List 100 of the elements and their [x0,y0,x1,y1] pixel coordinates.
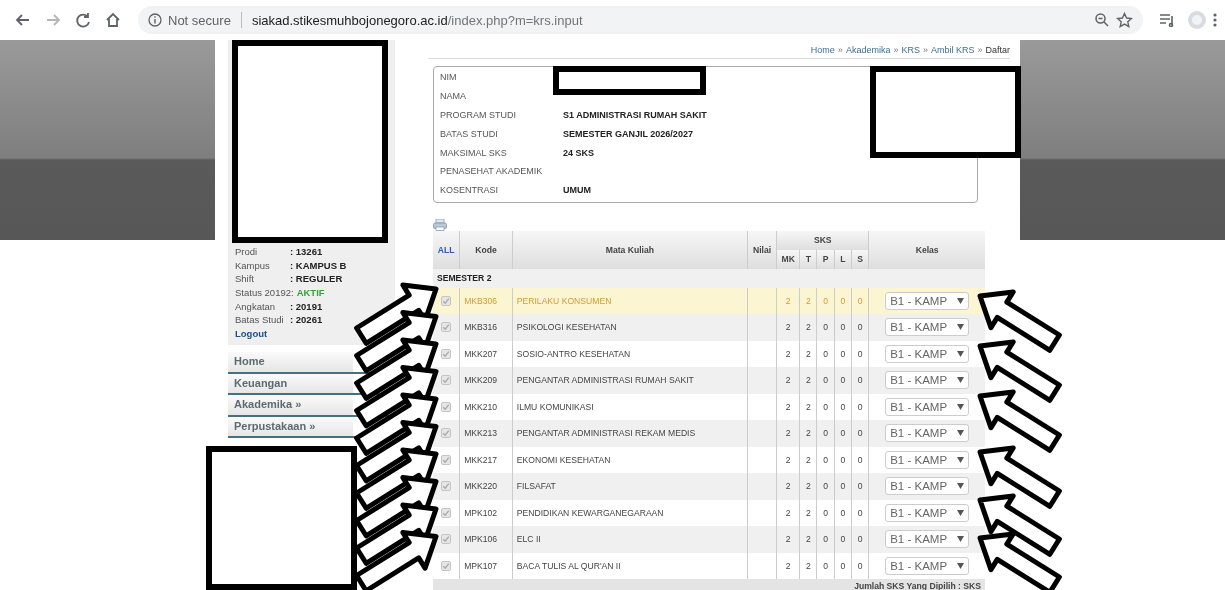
sks-value: 0 [834,314,852,341]
course-name: PENGANTAR ADMINISTRASI RUMAH SAKIT [512,367,748,394]
sks-value: 0 [817,340,835,368]
info-label: PROGRAM STUDI [440,110,517,120]
menu-icon[interactable] [1213,12,1217,28]
breadcrumb-link[interactable]: Ambil KRS [930,45,975,55]
field-value: : 20261 [290,314,323,326]
sks-value: 2 [799,420,817,447]
course-name: SOSIO-ANTRO KESEHATAN [512,340,748,368]
menu-item[interactable]: Home [228,352,353,374]
breadcrumb-separator: » [977,45,983,55]
info-label: KOSENTRASI [440,185,499,196]
caret-icon [957,483,965,490]
sks-value: 2 [799,526,817,553]
course-code: MKB316 [459,314,513,341]
home-icon[interactable] [104,11,122,29]
star-icon[interactable] [1116,11,1133,29]
course-code: MKK209 [459,367,513,394]
sks-value: 0 [851,446,869,474]
sks-value: 2 [799,499,817,527]
info-icon[interactable] [148,13,162,27]
course-name: ELC II [512,526,748,553]
sks-value: 0 [851,287,869,315]
breadcrumb-separator: » [837,45,843,55]
breadcrumb-link[interactable]: Akademika [845,45,891,55]
total-sks-text: Jumlah SKS Yang Dipilih : SKS [433,579,985,590]
status-text: Status 20192: AKTIF [235,287,325,299]
breadcrumb-link[interactable]: KRS [901,45,920,55]
field-value: : REGULER [290,273,343,285]
breadcrumb-current: Daftar [985,45,1010,55]
sks-value: 2 [799,473,817,500]
course-code: MKK210 [459,393,513,421]
course-code: MKK207 [459,340,513,368]
sks-value: 0 [851,473,869,500]
column-header: Mata Kuliah [512,230,748,269]
course-name: FILSAFAT [512,473,748,500]
sks-value: 0 [817,473,835,500]
course-name: BACA TULIS AL QUR'AN II [512,552,748,580]
course-code: MKK213 [459,420,513,447]
info-label: MAKSIMAL SKS [440,147,508,158]
menu-item[interactable]: Perpustakaan » [228,416,353,438]
sks-value: 0 [851,526,869,553]
sks-value: 0 [817,420,835,447]
breadcrumb-separator: » [922,45,928,55]
info-value: UMUM [563,185,591,196]
sks-value: 0 [834,473,852,500]
caret-icon [957,562,965,569]
field-label: Prodi [235,246,259,258]
sks-value: 2 [776,340,800,368]
sks-value: 0 [817,526,835,553]
caret-icon [957,403,965,410]
profile-icon[interactable] [1187,10,1207,30]
info-label: NAMA [440,91,467,102]
sks-value: 0 [834,287,852,315]
course-name: ILMU KOMUNIKASI [512,393,748,421]
url-text: siakad.stikesmuhbojonegoro.ac.id/index.php?m=krs.input [251,12,583,28]
caret-icon [957,297,965,304]
course-name: PERILAKU KONSUMEN [512,287,748,315]
field-label: Shift [235,273,255,285]
sks-value: 0 [817,446,835,474]
sks-value: 0 [851,367,869,394]
sks-value: 2 [776,393,800,421]
sks-value: 0 [817,314,835,341]
sks-value: 0 [817,367,835,394]
sks-value: 0 [851,552,869,580]
field-value: : KAMPUS B [290,259,347,271]
field-value: : 20191 [290,300,323,312]
zoom-icon[interactable] [1094,12,1110,28]
sks-value: 2 [799,287,817,315]
logout-link[interactable]: Logout [235,327,268,339]
sks-value: 2 [776,367,800,394]
sks-value: 0 [834,526,852,553]
print-icon[interactable] [433,218,447,231]
field-label: Batas Studi [235,314,285,326]
select-all-link[interactable]: ALL [433,230,460,269]
column-header: SKS [776,230,869,250]
course-name: PENGANTAR ADMINISTRASI REKAM MEDIS [512,420,748,447]
info-value: SEMESTER GANJIL 2026/2027 [563,128,693,139]
menu-item[interactable]: Akademika » [228,395,353,417]
sks-value: 2 [776,526,800,553]
menu-item[interactable]: Keuangan [228,373,353,395]
caret-icon [957,509,965,516]
caret-icon [957,350,965,357]
sks-value: 2 [799,367,817,394]
sks-value: 2 [776,446,800,474]
sks-value: 2 [776,552,800,580]
sks-value: 0 [851,340,869,368]
breadcrumb-separator: » [893,45,899,55]
sks-value: 0 [834,499,852,527]
sks-value: 2 [799,393,817,421]
address-bar[interactable]: Not secure siakad.stikesmuhbojonegoro.ac.id/index.php?m=krs.input [138,6,1143,34]
field-label: Kampus [235,259,271,271]
sks-value: 2 [799,446,817,474]
course-code: MPK102 [459,499,513,527]
playlist-icon[interactable] [1159,13,1175,27]
column-header: Kelas [868,230,985,269]
reload-icon[interactable] [74,11,92,29]
sks-value: 2 [799,552,817,580]
sks-value: 2 [799,314,817,341]
breadcrumb-link[interactable]: Home [810,45,835,55]
